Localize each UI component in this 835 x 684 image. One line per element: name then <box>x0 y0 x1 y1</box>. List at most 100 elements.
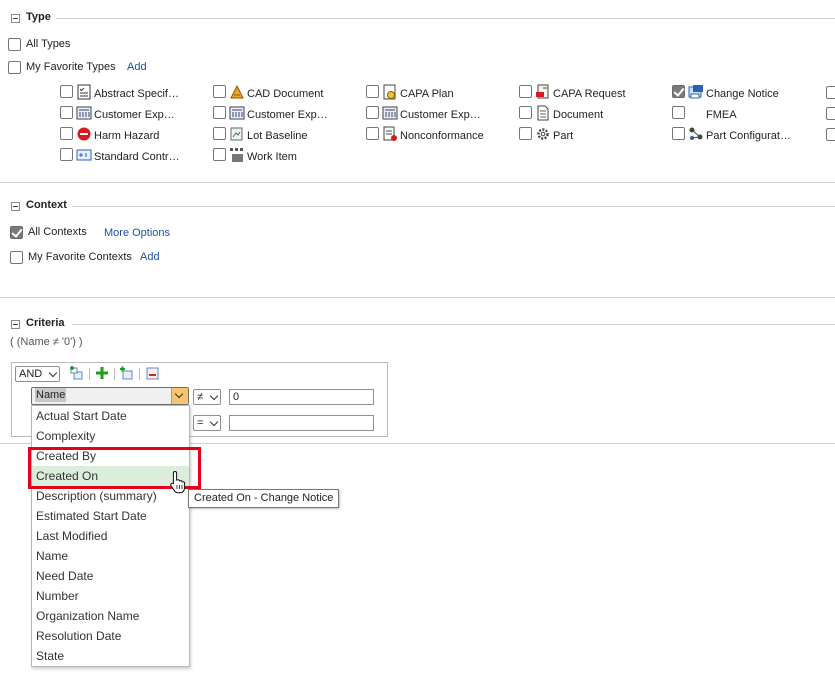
part-configuration-icon <box>689 127 703 140</box>
type-checkbox[interactable] <box>519 85 532 98</box>
dropdown-option[interactable]: Actual Start Date <box>32 406 189 426</box>
attribute-select-value: Name <box>35 388 67 402</box>
type-checkbox-overflow[interactable] <box>826 86 835 99</box>
type-checkbox[interactable] <box>213 127 226 140</box>
type-item[interactable]: Customer Exp… <box>60 105 210 125</box>
type-checkbox[interactable] <box>60 106 73 119</box>
type-item[interactable]: Document <box>519 105 669 125</box>
type-checkbox[interactable] <box>672 127 685 140</box>
dropdown-option[interactable]: State <box>32 646 189 666</box>
dropdown-option[interactable]: Complexity <box>32 426 189 446</box>
add-favorite-types-link[interactable]: Add <box>127 61 147 73</box>
add-group-icon[interactable] <box>69 366 83 380</box>
hand-cursor-icon <box>170 470 186 494</box>
collapse-type-toggle[interactable] <box>11 14 20 23</box>
type-checkbox[interactable] <box>366 127 379 140</box>
type-item-label: Customer Exp… <box>247 109 328 121</box>
row1-operator-select[interactable]: ≠ <box>193 389 221 405</box>
type-checkbox[interactable] <box>519 127 532 140</box>
harm-hazard-icon <box>77 127 91 141</box>
type-item[interactable]: Part Configurat… <box>672 126 822 146</box>
dropdown-option[interactable]: Need Date <box>32 566 189 586</box>
dropdown-option[interactable]: Organization Name <box>32 606 189 626</box>
type-item[interactable]: Work Item <box>213 147 363 167</box>
dropdown-option[interactable]: Last Modified <box>32 526 189 546</box>
type-item[interactable]: CAPA Request <box>519 84 669 104</box>
favorite-contexts-checkbox[interactable] <box>10 251 23 264</box>
type-checkbox[interactable] <box>213 106 226 119</box>
work-item-icon <box>230 148 243 162</box>
dropdown-option[interactable]: Number <box>32 586 189 606</box>
type-item-label: Document <box>553 109 604 121</box>
type-item[interactable]: Change Notice <box>672 84 822 104</box>
favorite-types-label: My Favorite Types <box>26 61 116 73</box>
favorite-types-checkbox[interactable] <box>8 61 21 74</box>
logic-operator-select[interactable]: AND <box>15 366 60 382</box>
type-item[interactable]: Customer Exp… <box>213 105 363 125</box>
more-options-link[interactable]: More Options <box>104 227 170 239</box>
type-checkbox[interactable] <box>672 106 685 119</box>
type-item[interactable]: CAPA Plan <box>366 84 516 104</box>
standard-control-icon <box>76 149 92 161</box>
collapse-context-toggle[interactable] <box>11 202 20 211</box>
add-condition-icon[interactable] <box>95 366 109 380</box>
customer-experience-icon <box>76 106 92 120</box>
type-checkbox[interactable] <box>672 85 685 98</box>
type-checkbox[interactable] <box>213 148 226 161</box>
type-item[interactable]: Standard Contr… <box>60 147 210 167</box>
type-checkbox[interactable] <box>519 106 532 119</box>
type-item-label: Abstract Specif… <box>94 88 179 100</box>
type-checkbox[interactable] <box>366 106 379 119</box>
type-item[interactable]: Harm Hazard <box>60 126 210 146</box>
type-item-label: Harm Hazard <box>94 130 160 142</box>
dropdown-option[interactable]: Resolution Date <box>32 626 189 646</box>
type-item[interactable]: Lot Baseline <box>213 126 363 146</box>
row2-value-input[interactable] <box>229 415 374 431</box>
type-item[interactable]: FMEA <box>672 105 822 125</box>
row2-operator-value: = <box>197 417 204 429</box>
type-item-label: Customer Exp… <box>400 109 481 121</box>
criteria-section-title: Criteria <box>26 317 71 329</box>
add-favorite-contexts-link[interactable]: Add <box>140 251 160 263</box>
all-contexts-checkbox[interactable] <box>10 226 23 239</box>
type-checkbox[interactable] <box>60 148 73 161</box>
capa-plan-icon <box>383 84 396 100</box>
customer-experience-icon <box>229 106 245 120</box>
dropdown-option[interactable]: Estimated Start Date <box>32 506 189 526</box>
type-checkbox[interactable] <box>213 85 226 98</box>
type-item-label: Part <box>553 130 574 142</box>
cad-document-icon <box>230 84 244 99</box>
type-item[interactable]: Abstract Specif… <box>60 84 210 104</box>
dropdown-option[interactable]: Description (summary) <box>32 486 189 506</box>
type-checkbox[interactable] <box>60 85 73 98</box>
attribute-select[interactable]: Name <box>31 387 189 405</box>
type-checkbox[interactable] <box>366 85 379 98</box>
remove-condition-icon[interactable] <box>145 366 159 380</box>
type-item-label: Standard Contr… <box>94 151 180 163</box>
dropdown-option[interactable]: Name <box>32 546 189 566</box>
all-types-label: All Types <box>26 38 71 50</box>
type-checkbox[interactable] <box>60 127 73 140</box>
add-subgroup-icon[interactable] <box>119 366 133 380</box>
all-contexts-label: All Contexts <box>28 226 87 238</box>
collapse-criteria-toggle[interactable] <box>11 320 20 329</box>
attribute-dropdown-list: Actual Start Date Complexity Created By Cre… <box>31 405 190 667</box>
logic-operator-value: AND <box>19 368 43 380</box>
part-gear-icon <box>537 128 549 140</box>
criteria-expression: ( (Name ≠ '0') ) <box>10 336 83 348</box>
type-section-title: Type <box>26 11 57 23</box>
row1-value-input[interactable]: 0 <box>229 389 374 405</box>
type-checkbox-overflow[interactable] <box>826 128 835 141</box>
type-checkbox-overflow[interactable] <box>826 107 835 120</box>
nonconformance-icon <box>383 126 397 141</box>
type-item[interactable]: Nonconformance <box>366 126 516 146</box>
type-item-label: CAPA Plan <box>400 88 454 100</box>
type-item[interactable]: Part <box>519 126 669 146</box>
type-item-label: Customer Exp… <box>94 109 175 121</box>
customer-experience-icon <box>382 106 398 120</box>
type-item[interactable]: Customer Exp… <box>366 105 516 125</box>
row2-operator-select[interactable]: = <box>193 415 221 431</box>
all-types-checkbox[interactable] <box>8 38 21 51</box>
capa-request-icon <box>536 84 549 99</box>
type-item[interactable]: CAD Document <box>213 84 363 104</box>
